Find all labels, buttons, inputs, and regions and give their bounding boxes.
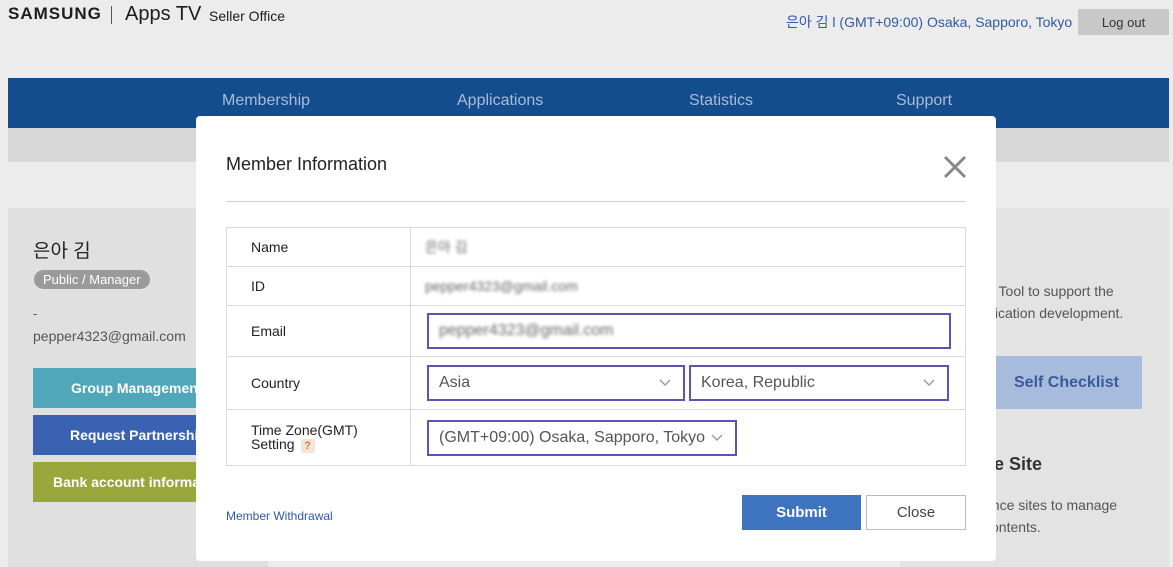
close-button[interactable]: Close [866,495,966,530]
email-label: Email [226,305,411,357]
modal-title: Member Information [226,154,388,174]
help-icon[interactable]: ? [300,438,315,453]
profile-email: pepper4323@gmail.com [33,328,186,344]
profile-dash: - [33,306,38,321]
member-withdrawal-link[interactable]: Member Withdrawal [226,509,333,523]
timezone-label: Time Zone(GMT) Setting? [226,409,411,466]
country-label: Country [226,356,411,410]
nav-support[interactable]: Support [896,92,952,110]
chevron-down-icon [711,434,723,441]
modal-divider [226,201,966,202]
logo-divider [111,6,112,24]
email-field-value: pepper4323@gmail.com [439,322,614,339]
nav-applications[interactable]: Applications [457,92,543,110]
id-row: ID pepper4323@gmail.com [226,266,966,306]
continent-select-value: Asia [439,374,471,391]
apps-tv-logo: Apps TV [125,3,202,25]
name-value: 은아 김 [425,239,468,255]
id-value: pepper4323@gmail.com [425,278,578,294]
reference-description-line2: contents. [984,519,1041,535]
tools-description: st Tool to support the plication develop… [984,280,1123,324]
close-icon[interactable] [940,152,970,182]
nav-statistics[interactable]: Statistics [689,92,753,110]
seller-office-label: Seller Office [209,8,285,24]
reference-description: ence sites to manage contents. [984,494,1117,538]
country-select[interactable]: Korea, Republic [689,365,949,401]
timezone-select-value: (GMT+09:00) Osaka, Sapporo, Tokyo [439,428,706,446]
chevron-down-icon [659,379,671,386]
email-field[interactable]: pepper4323@gmail.com [427,313,951,349]
timezone-label-line1: Time Zone(GMT) [251,421,358,438]
country-row: Country Asia Korea, Republic [226,356,966,410]
timezone-select[interactable]: (GMT+09:00) Osaka, Sapporo, Tokyo [427,419,737,456]
logout-button[interactable]: Log out [1078,9,1169,35]
submit-button[interactable]: Submit [742,495,861,530]
timezone-label-line2: Setting [251,435,295,452]
samsung-logo: SAMSUNG [8,4,102,23]
country-select-value: Korea, Republic [701,374,815,391]
chevron-down-icon [923,379,935,386]
name-row: Name 은아 김 [226,227,966,267]
id-label: ID [226,266,411,306]
email-row: Email pepper4323@gmail.com [226,305,966,357]
name-label: Name [226,227,411,267]
profile-name: 은아 김 [33,241,91,262]
tools-description-line2: plication development. [984,305,1124,321]
timezone-row: Time Zone(GMT) Setting? (GMT+09:00) Osak… [226,409,966,466]
member-info-table: Name 은아 김 ID pepper4323@gmail.com Email … [226,227,966,466]
tools-description-line1: st Tool to support the [984,283,1114,299]
self-checklist-button[interactable]: Self Checklist [984,356,1142,409]
member-information-modal: Member Information Name 은아 김 ID pepper43… [196,116,996,561]
role-badge: Public / Manager [34,270,150,289]
nav-membership[interactable]: Membership [222,92,310,110]
user-timezone-link[interactable]: 은아 김 l (GMT+09:00) Osaka, Sapporo, Tokyo [786,12,1072,32]
reference-description-line1: ence sites to manage [984,497,1118,513]
continent-select[interactable]: Asia [427,365,685,401]
top-bar: SAMSUNG Apps TV Seller Office 은아 김 l (GM… [0,0,1173,78]
